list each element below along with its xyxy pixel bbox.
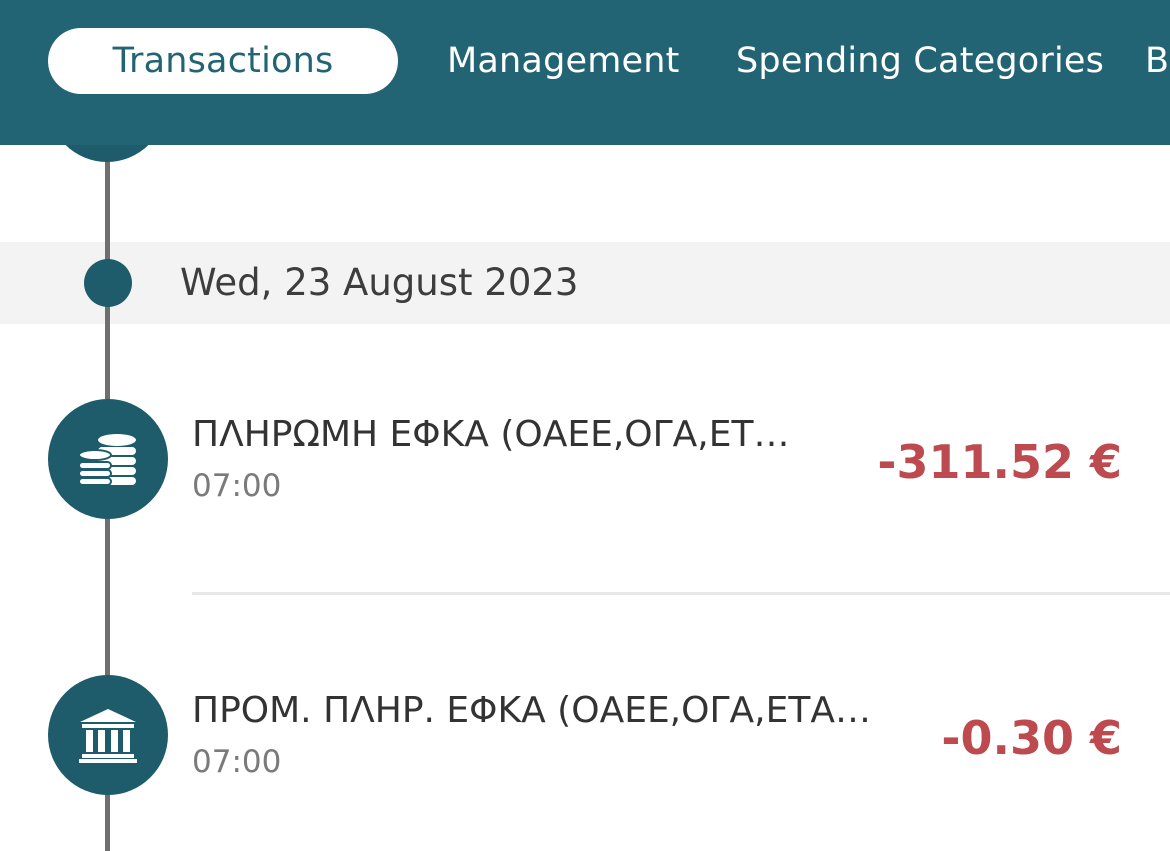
transaction-time: 07:00: [192, 468, 282, 504]
transaction-time: 07:00: [192, 744, 282, 780]
transaction-name[interactable]: ΠΛΗΡΩΜΗ ΕΦΚΑ (ΟΑΕΕ,ΟΓΑ,ΕΤ…: [192, 410, 789, 460]
tab-spending-categories[interactable]: Spending Categories: [736, 28, 1104, 94]
bank-icon[interactable]: [48, 675, 168, 795]
coins-icon[interactable]: [48, 399, 168, 519]
row-divider: [192, 592, 1170, 595]
tab-next-partial[interactable]: B: [1145, 28, 1169, 94]
transaction-amount: -311.52 €: [877, 435, 1122, 489]
tab-bar: Transactions Management Spending Categor…: [0, 0, 1170, 145]
transaction-amount: -0.30 €: [941, 711, 1122, 765]
date-header: Wed, 23 August 2023: [180, 261, 579, 304]
transactions-screen: Transactions Management Spending Categor…: [0, 0, 1170, 851]
date-header-band: [0, 242, 1170, 324]
transaction-name[interactable]: ΠΡΟΜ. ΠΛΗΡ. ΕΦΚΑ (ΟΑΕΕ,ΟΓΑ,ΕΤΑ…: [192, 686, 871, 736]
tab-transactions[interactable]: Transactions: [48, 28, 398, 94]
tab-management[interactable]: Management: [447, 28, 680, 94]
timeline-date-dot: [84, 259, 132, 307]
